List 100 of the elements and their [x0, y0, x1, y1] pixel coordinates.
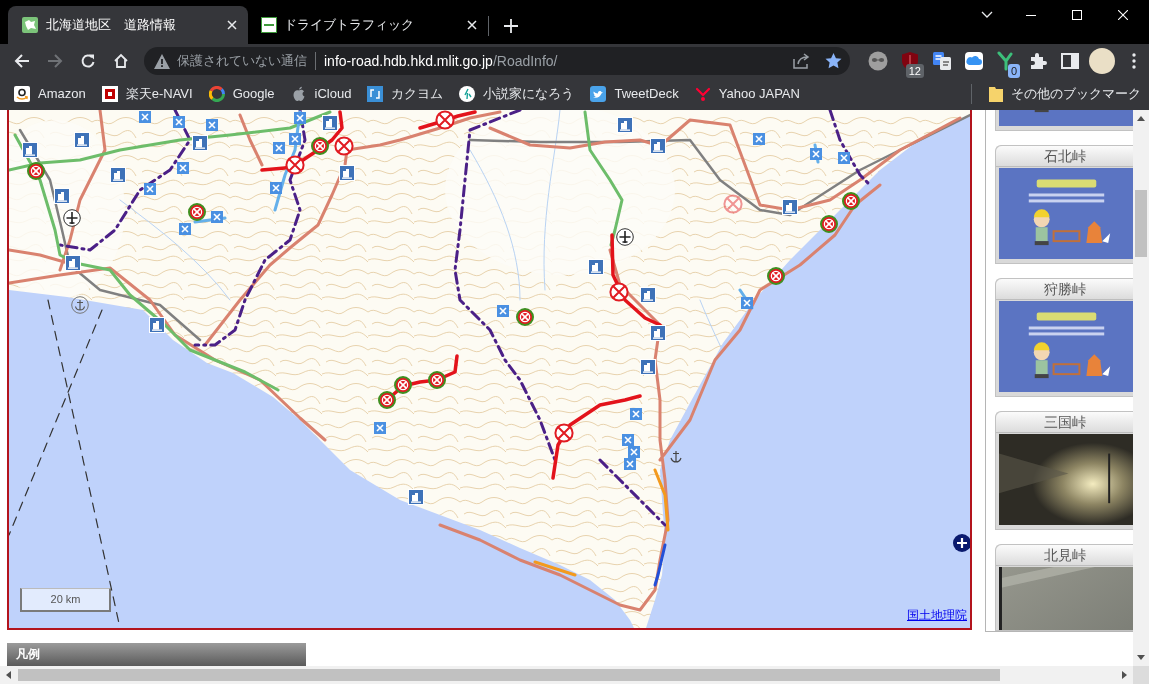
square-logo-icon	[261, 17, 277, 33]
vertical-scrollbar[interactable]	[1133, 110, 1149, 666]
scroll-left-icon[interactable]	[6, 671, 11, 679]
camera-card[interactable]: 三国峠	[995, 411, 1133, 530]
plus-icon	[957, 538, 967, 548]
building-tile-icon[interactable]	[110, 167, 126, 183]
building-tile-icon[interactable]	[322, 115, 338, 131]
crossed-circle-icon[interactable]	[27, 162, 45, 180]
scrollbar-thumb[interactable]	[18, 669, 1000, 681]
security-warning[interactable]: 保護されていない通信	[177, 51, 307, 71]
bookmark-item[interactable]: Google	[200, 80, 283, 108]
bookmark-item[interactable]: 楽天e-NAVI	[93, 80, 201, 108]
cross-tile-icon[interactable]	[273, 142, 285, 154]
legend-header[interactable]: 凡例	[7, 643, 306, 666]
avatar-icon[interactable]	[1088, 48, 1115, 74]
horizontal-scrollbar[interactable]	[0, 666, 1133, 684]
share-icon[interactable]	[793, 53, 811, 69]
crossed-circle-icon[interactable]	[820, 215, 838, 233]
cross-tile-icon[interactable]	[630, 408, 642, 420]
crossed-circle-icon[interactable]	[311, 137, 329, 155]
cross-tile-icon[interactable]	[294, 112, 306, 124]
camera-card[interactable]	[995, 110, 1133, 131]
camera-card[interactable]: 北見峠	[995, 544, 1133, 631]
cloud-icon[interactable]	[963, 51, 984, 71]
cross-tile-icon[interactable]	[144, 183, 156, 195]
warning-icon[interactable]	[154, 53, 170, 69]
address-bar[interactable]: 保護されていない通信 info-road.hdb.hkd.mlit.go.jp/RoadInfo/	[144, 47, 850, 75]
crossed-circle-icon[interactable]	[767, 267, 785, 285]
cross-tile-icon[interactable]	[270, 182, 282, 194]
building-tile-icon[interactable]	[192, 135, 208, 151]
folder-icon	[989, 86, 1003, 102]
cross-tile-icon[interactable]	[206, 119, 218, 131]
cross-tile-icon[interactable]	[289, 133, 301, 145]
crossed-circle-icon[interactable]	[428, 371, 446, 389]
attribution-link[interactable]: 国土地理院	[907, 606, 967, 624]
cross-tile-icon[interactable]	[497, 305, 509, 317]
building-tile-icon[interactable]	[74, 132, 90, 148]
cross-tile-icon[interactable]	[173, 116, 185, 128]
building-tile-icon[interactable]	[339, 165, 355, 181]
side-panel-icon[interactable]	[1059, 51, 1080, 71]
crossed-circle-icon[interactable]	[334, 136, 354, 156]
building-tile-icon[interactable]	[588, 259, 604, 275]
browser-tab[interactable]: 北海道地区 道路情報	[8, 6, 248, 44]
crossed-circle-icon[interactable]	[516, 308, 534, 326]
building-tile-icon[interactable]	[650, 325, 666, 341]
star-icon[interactable]	[825, 53, 842, 69]
building-tile-icon[interactable]	[782, 199, 798, 215]
cross-tile-icon[interactable]	[179, 223, 191, 235]
crossed-circle-icon[interactable]	[609, 282, 629, 302]
url-text[interactable]: info-road.hdb.hkd.mlit.go.jp/RoadInfo/	[324, 50, 558, 72]
cross-tile-icon[interactable]	[838, 152, 850, 164]
bookmark-item[interactable]: Yahoo JAPAN	[686, 80, 808, 108]
cross-tile-icon[interactable]	[624, 458, 636, 470]
browser-tab[interactable]: ドライブトラフィック	[248, 6, 488, 44]
scroll-down-icon[interactable]	[1137, 655, 1145, 660]
building-tile-icon[interactable]	[65, 255, 81, 271]
scrollbar-thumb[interactable]	[1135, 190, 1147, 257]
building-tile-icon[interactable]	[149, 317, 165, 333]
cross-tile-icon[interactable]	[628, 446, 640, 458]
camera-title: 石北峠	[996, 146, 1133, 167]
cross-tile-icon[interactable]	[741, 297, 753, 309]
scroll-right-icon[interactable]	[1122, 671, 1127, 679]
translate-icon[interactable]	[931, 51, 952, 71]
reload-icon	[80, 53, 96, 69]
bookmark-item[interactable]: カクヨム	[359, 80, 452, 108]
crossed-circle-icon[interactable]	[435, 110, 455, 130]
building-tile-icon[interactable]	[54, 188, 70, 204]
building-tile-icon[interactable]	[650, 138, 666, 154]
cross-tile-icon[interactable]	[810, 148, 822, 160]
cross-tile-icon[interactable]	[139, 111, 151, 123]
airplane-icon	[63, 209, 81, 227]
building-tile-icon[interactable]	[408, 489, 424, 505]
crossed-circle-icon[interactable]	[554, 423, 574, 443]
building-tile-icon[interactable]	[640, 287, 656, 303]
bookmark-item[interactable]: 小説家になろう	[451, 80, 583, 108]
camera-card[interactable]: 狩勝峠	[995, 278, 1133, 397]
crossed-circle-icon[interactable]	[188, 203, 206, 221]
building-tile-icon[interactable]	[640, 359, 656, 375]
cross-tile-icon[interactable]	[374, 422, 386, 434]
face-icon[interactable]	[867, 51, 888, 71]
scroll-up-icon[interactable]	[1137, 116, 1145, 121]
segmented-ring-icon	[208, 86, 225, 102]
crossed-circle-icon[interactable]	[378, 391, 396, 409]
bookmark-folder[interactable]: その他のブックマーク	[981, 80, 1149, 108]
camera-card[interactable]: 石北峠	[995, 145, 1133, 264]
map-icon	[22, 17, 38, 33]
bookmark-item[interactable]: TweetDeck	[582, 80, 687, 108]
building-tile-icon[interactable]	[617, 117, 633, 133]
bookmark-item[interactable]: iCloud	[282, 80, 360, 108]
extension-badge: 0	[1007, 64, 1020, 78]
crossed-circle-icon[interactable]	[285, 155, 305, 175]
cross-tile-icon[interactable]	[177, 162, 189, 174]
bookmark-item[interactable]: Amazon	[6, 80, 94, 108]
crossed-circle-icon[interactable]	[394, 376, 412, 394]
building-tile-icon[interactable]	[22, 142, 38, 158]
anchor-icon	[71, 296, 89, 314]
crossed-circle-icon[interactable]	[842, 192, 860, 210]
cross-tile-icon[interactable]	[622, 434, 634, 446]
cross-tile-icon[interactable]	[753, 133, 765, 145]
cross-tile-icon[interactable]	[211, 211, 223, 223]
